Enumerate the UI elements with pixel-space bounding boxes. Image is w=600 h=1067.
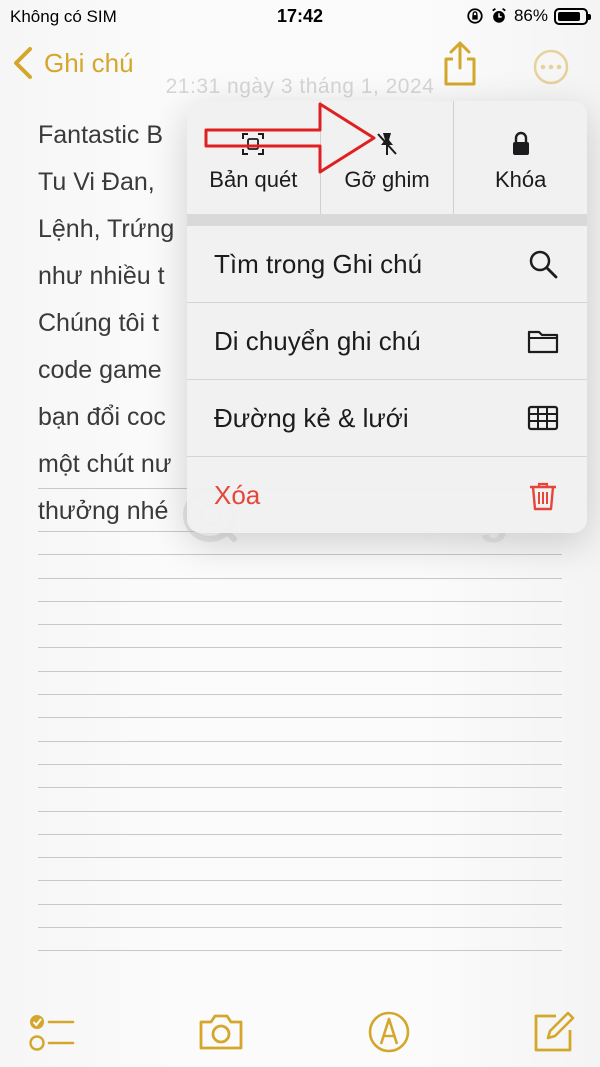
ruled-line (38, 904, 562, 905)
compose-button[interactable] (530, 1010, 578, 1054)
ruled-line (38, 741, 562, 742)
ruled-line (38, 927, 562, 928)
ruled-line (38, 601, 562, 602)
bottom-toolbar (0, 1000, 600, 1067)
ruled-line (38, 950, 562, 951)
move-note-label: Di chuyển ghi chú (214, 325, 421, 356)
ruled-line (38, 811, 562, 812)
ruled-line (38, 880, 562, 881)
grid-icon (527, 405, 559, 431)
delete-item[interactable]: Xóa (187, 457, 587, 533)
checklist-icon (29, 1015, 75, 1051)
find-in-note-label: Tìm trong Ghi chú (214, 248, 423, 279)
search-icon (529, 250, 558, 279)
notes-screen: Không có SIM 17:42 86% Ghi chú 21:31 ngà… (0, 0, 600, 1067)
delete-label: Xóa (214, 480, 261, 510)
folder-icon (527, 330, 559, 354)
move-note-item[interactable]: Di chuyển ghi chú (187, 303, 587, 380)
lines-grids-item[interactable]: Đường kẻ & lưới (187, 380, 587, 457)
ruled-line (38, 717, 562, 718)
rotation-lock-icon (467, 8, 483, 24)
ruled-line (38, 578, 562, 579)
ruled-line (38, 624, 562, 625)
trash-icon (530, 482, 556, 510)
ruled-line (38, 857, 562, 858)
lock-icon (512, 131, 529, 155)
menu-list: Tìm trong Ghi chú Di chuyển ghi chú Đườn… (187, 226, 587, 533)
status-bar: Không có SIM 17:42 86% (0, 0, 600, 34)
lock-button[interactable]: Khóa (453, 101, 587, 214)
battery-icon (554, 7, 591, 25)
camera-button[interactable] (197, 1010, 245, 1054)
ruled-line (38, 694, 562, 695)
markup-button[interactable] (365, 1010, 413, 1054)
lines-grids-label: Đường kẻ & lưới (214, 402, 409, 433)
markup-pen-icon (368, 1011, 410, 1053)
status-right: 86% (466, 6, 591, 26)
ruled-line (38, 671, 562, 672)
annotation-arrow-icon (204, 102, 376, 174)
ruled-line (38, 647, 562, 648)
alarm-icon (492, 8, 506, 23)
battery-fill (558, 11, 581, 21)
ruled-line (38, 834, 562, 835)
battery-percent: 86% (513, 6, 548, 25)
ruled-line (38, 787, 562, 788)
back-label: Ghi chú (44, 47, 134, 78)
compose-icon (534, 1011, 575, 1052)
menu-separator (187, 214, 587, 226)
camera-icon (199, 1014, 243, 1050)
find-in-note-item[interactable]: Tìm trong Ghi chú (187, 226, 587, 303)
ruled-line (38, 764, 562, 765)
note-date: 21:31 ngày 3 tháng 1, 2024 (165, 75, 435, 98)
lock-label: Khóa (494, 166, 547, 192)
checklist-button[interactable] (28, 1010, 76, 1054)
